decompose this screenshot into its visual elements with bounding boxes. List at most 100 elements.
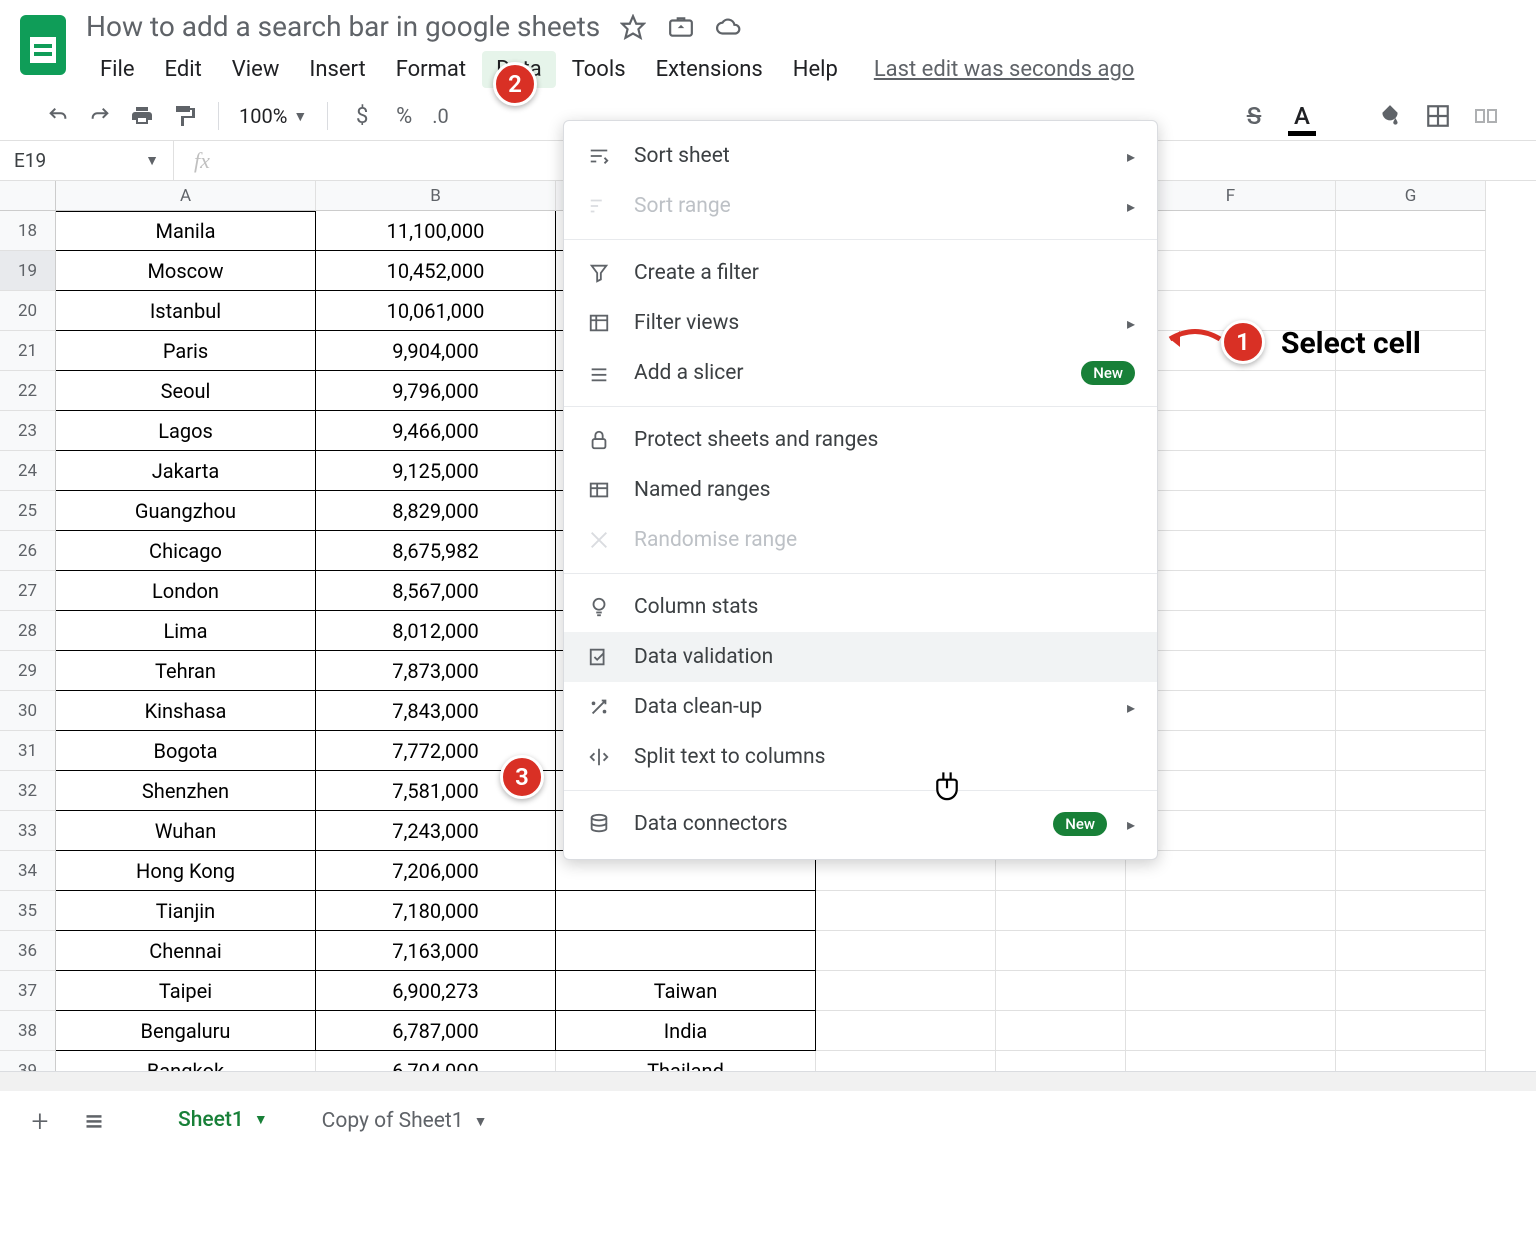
row-header[interactable]: 36 <box>0 931 56 971</box>
cell[interactable]: 9,466,000 <box>316 411 556 451</box>
strikethrough-icon[interactable]: S <box>1240 102 1268 130</box>
cell[interactable]: 7,180,000 <box>316 891 556 931</box>
cell[interactable] <box>1336 371 1486 411</box>
menu-filter-views[interactable]: Filter views▸ <box>564 298 1157 348</box>
cell[interactable]: 7,243,000 <box>316 811 556 851</box>
row-header[interactable]: 30 <box>0 691 56 731</box>
cell[interactable]: 9,125,000 <box>316 451 556 491</box>
cell[interactable]: Bogota <box>56 731 316 771</box>
cell[interactable]: 8,829,000 <box>316 491 556 531</box>
row-header[interactable]: 22 <box>0 371 56 411</box>
row-header[interactable]: 24 <box>0 451 56 491</box>
app-logo[interactable] <box>16 10 70 80</box>
row-header[interactable]: 28 <box>0 611 56 651</box>
row-header[interactable]: 37 <box>0 971 56 1011</box>
menu-data-connectors[interactable]: Data connectorsNew▸ <box>564 799 1157 849</box>
print-icon[interactable] <box>128 102 156 130</box>
menu-help[interactable]: Help <box>779 51 852 88</box>
column-header[interactable]: G <box>1336 181 1486 211</box>
cell[interactable] <box>816 971 996 1011</box>
cell[interactable] <box>1126 931 1336 971</box>
last-edit-link[interactable]: Last edit was seconds ago <box>874 57 1135 82</box>
star-icon[interactable] <box>620 14 646 40</box>
cell[interactable] <box>1126 971 1336 1011</box>
tab-sheet1[interactable]: Sheet1▼ <box>156 1094 290 1149</box>
cell[interactable] <box>1336 1051 1486 1071</box>
row-header[interactable]: 21 <box>0 331 56 371</box>
row-header[interactable]: 38 <box>0 1011 56 1051</box>
cell[interactable] <box>1336 971 1486 1011</box>
cell[interactable]: 11,100,000 <box>316 211 556 251</box>
menu-format[interactable]: Format <box>382 51 480 88</box>
cell[interactable] <box>996 1051 1126 1071</box>
cell[interactable]: 9,904,000 <box>316 331 556 371</box>
select-all-corner[interactable] <box>0 181 56 211</box>
merge-icon[interactable] <box>1472 102 1500 130</box>
all-sheets-button[interactable] <box>72 1099 116 1143</box>
cell[interactable] <box>1336 611 1486 651</box>
cell[interactable]: Lagos <box>56 411 316 451</box>
cell[interactable]: Thailand <box>556 1051 816 1071</box>
name-box[interactable]: E19▼ <box>0 141 174 180</box>
cell[interactable] <box>1336 291 1486 331</box>
cell[interactable] <box>996 931 1126 971</box>
cell[interactable]: 6,704,000 <box>316 1051 556 1071</box>
cell[interactable]: Chennai <box>56 931 316 971</box>
redo-icon[interactable] <box>86 102 114 130</box>
cell[interactable]: 7,843,000 <box>316 691 556 731</box>
cell[interactable]: Jakarta <box>56 451 316 491</box>
cell[interactable] <box>1126 851 1336 891</box>
percent-icon[interactable]: % <box>390 102 418 130</box>
cell[interactable]: 7,206,000 <box>316 851 556 891</box>
cell[interactable]: Guangzhou <box>56 491 316 531</box>
cell[interactable]: Lima <box>56 611 316 651</box>
menu-named-ranges[interactable]: Named ranges <box>564 465 1157 515</box>
paint-format-icon[interactable] <box>170 102 198 130</box>
cell[interactable]: Hong Kong <box>56 851 316 891</box>
cell[interactable]: 8,012,000 <box>316 611 556 651</box>
menu-add-slicer[interactable]: Add a slicerNew <box>564 348 1157 398</box>
cell[interactable] <box>1336 691 1486 731</box>
menu-sort-sheet[interactable]: Sort sheet▸ <box>564 131 1157 181</box>
cell[interactable] <box>1336 851 1486 891</box>
menu-extensions[interactable]: Extensions <box>642 51 777 88</box>
cell[interactable]: Shenzhen <box>56 771 316 811</box>
cell[interactable] <box>1336 411 1486 451</box>
row-header[interactable]: 27 <box>0 571 56 611</box>
cell[interactable]: 7,873,000 <box>316 651 556 691</box>
cell[interactable] <box>1336 211 1486 251</box>
menu-tools[interactable]: Tools <box>558 51 640 88</box>
cell[interactable] <box>1336 811 1486 851</box>
cell[interactable]: Manila <box>56 211 316 251</box>
menu-protect-sheets[interactable]: Protect sheets and ranges <box>564 415 1157 465</box>
cell[interactable] <box>1336 491 1486 531</box>
cell[interactable]: Bangkok <box>56 1051 316 1071</box>
cell[interactable]: 8,567,000 <box>316 571 556 611</box>
cell[interactable] <box>1336 771 1486 811</box>
row-header[interactable]: 23 <box>0 411 56 451</box>
undo-icon[interactable] <box>44 102 72 130</box>
row-header[interactable]: 33 <box>0 811 56 851</box>
cell[interactable] <box>816 891 996 931</box>
cell[interactable] <box>1336 531 1486 571</box>
row-header[interactable]: 29 <box>0 651 56 691</box>
cell[interactable] <box>1336 451 1486 491</box>
cell[interactable] <box>1126 1011 1336 1051</box>
cell[interactable]: Seoul <box>56 371 316 411</box>
cell[interactable]: 9,796,000 <box>316 371 556 411</box>
cell[interactable] <box>996 1011 1126 1051</box>
cell[interactable]: Chicago <box>56 531 316 571</box>
cell[interactable] <box>816 931 996 971</box>
cell[interactable] <box>1336 651 1486 691</box>
cell[interactable] <box>1126 891 1336 931</box>
menu-data-cleanup[interactable]: Data clean-up▸ <box>564 682 1157 732</box>
cell[interactable]: 7,163,000 <box>316 931 556 971</box>
cell[interactable]: 6,787,000 <box>316 1011 556 1051</box>
cell[interactable] <box>1336 571 1486 611</box>
move-icon[interactable] <box>668 14 694 40</box>
horizontal-scrollbar[interactable] <box>0 1071 1536 1091</box>
cell[interactable]: Tehran <box>56 651 316 691</box>
menu-split-text[interactable]: Split text to columns <box>564 732 1157 782</box>
menu-column-stats[interactable]: Column stats <box>564 582 1157 632</box>
cell[interactable] <box>816 1011 996 1051</box>
